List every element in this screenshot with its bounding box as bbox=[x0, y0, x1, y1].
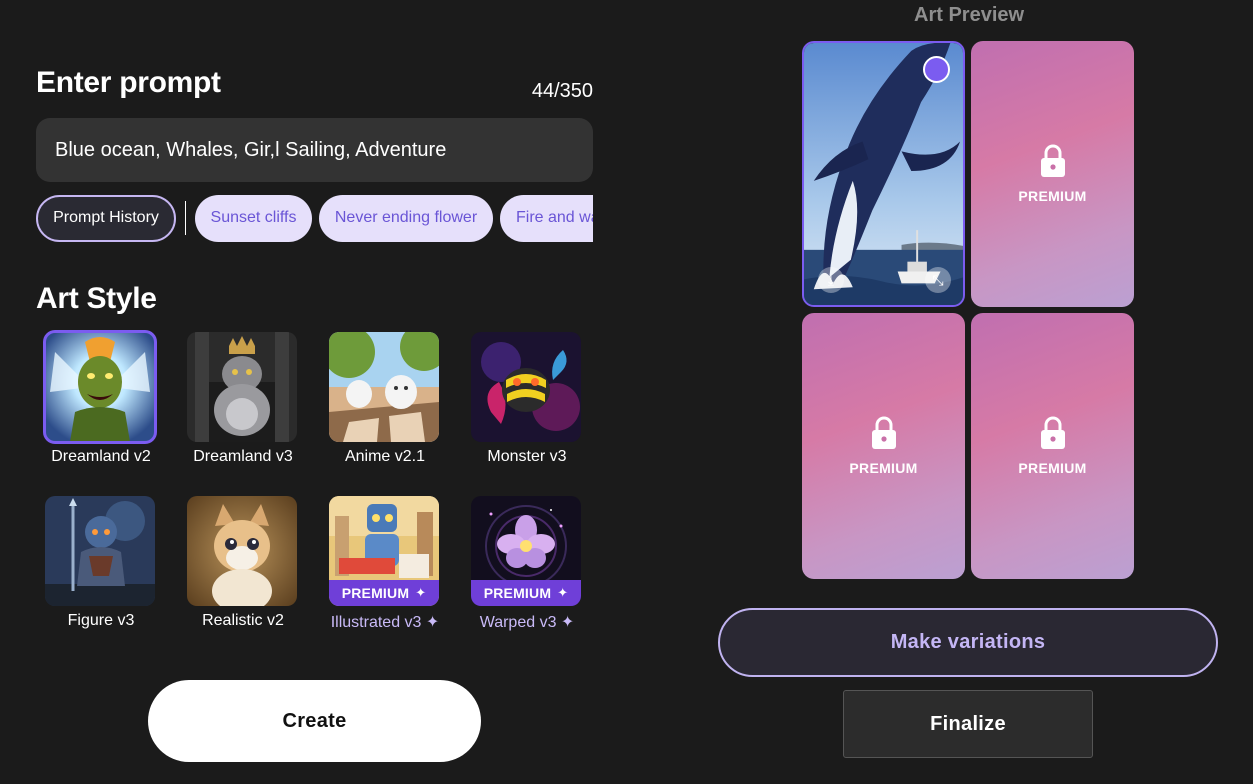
kitten-icon bbox=[187, 496, 297, 606]
selected-indicator[interactable] bbox=[923, 56, 950, 83]
style-label-dreamland-v2: Dreamland v2 bbox=[51, 448, 151, 465]
sparkle-icon: ✦ bbox=[557, 585, 569, 600]
finalize-button[interactable]: Finalize bbox=[843, 690, 1093, 758]
lock-icon bbox=[1040, 416, 1065, 449]
sparkle-icon: ✦ bbox=[415, 585, 427, 600]
style-label-anime-v2-1: Anime v2.1 bbox=[344, 448, 426, 465]
style-label-warped-v3: Warped v3 ✦ bbox=[479, 614, 575, 631]
goblin-icon bbox=[45, 332, 155, 442]
style-thumb-warped-v3: PREMIUM ✦ bbox=[471, 496, 581, 606]
premium-badge-text: PREMIUM bbox=[483, 585, 552, 601]
style-thumb-illustrated-v3: PREMIUM ✦ bbox=[329, 496, 439, 606]
art-style-grid: Dreamland v2 Dreamland v3 Anime v2.1 Mon… bbox=[36, 0, 593, 640]
knight-figure-icon bbox=[45, 496, 155, 606]
lock-icon bbox=[871, 416, 896, 449]
style-thumb-dreamland-v3 bbox=[187, 332, 297, 442]
make-variations-button[interactable]: Make variations bbox=[718, 608, 1218, 677]
style-label-monster-v3: Monster v3 bbox=[487, 448, 567, 465]
style-thumb-monster-v3 bbox=[471, 332, 581, 442]
style-label-figure-v3: Figure v3 bbox=[67, 612, 135, 629]
premium-label: PREMIUM bbox=[1018, 188, 1087, 204]
premium-badge-text: PREMIUM bbox=[341, 585, 410, 601]
monster-icon bbox=[471, 332, 581, 442]
lock-icon bbox=[1040, 144, 1065, 177]
style-label-illustrated-v3: Illustrated v3 ✦ bbox=[330, 614, 440, 631]
preview-tile-image[interactable]: ⤓ ⤡ bbox=[802, 41, 965, 307]
style-label-dreamland-v3: Dreamland v3 bbox=[193, 448, 293, 465]
style-thumb-figure-v3 bbox=[45, 496, 155, 606]
preview-tile-premium[interactable]: PREMIUM bbox=[971, 313, 1134, 579]
preview-tile-premium[interactable]: PREMIUM bbox=[971, 41, 1134, 307]
anime-cats-icon bbox=[329, 332, 439, 442]
premium-badge: PREMIUM ✦ bbox=[471, 580, 581, 606]
preview-tile-premium[interactable]: PREMIUM bbox=[802, 313, 965, 579]
download-icon[interactable]: ⤓ bbox=[818, 267, 844, 293]
create-button[interactable]: Create bbox=[148, 680, 481, 762]
king-cat-icon bbox=[187, 332, 297, 442]
expand-icon[interactable]: ⤡ bbox=[925, 267, 951, 293]
style-thumb-anime-v2-1 bbox=[329, 332, 439, 442]
style-thumb-dreamland-v2 bbox=[43, 330, 157, 444]
prompt-panel: Enter prompt 44/350 Blue ocean, Whales, … bbox=[36, 0, 593, 784]
style-label-realistic-v2: Realistic v2 bbox=[202, 612, 284, 629]
premium-label: PREMIUM bbox=[849, 460, 918, 476]
art-preview-title: Art Preview bbox=[914, 4, 1025, 26]
premium-label: PREMIUM bbox=[1018, 460, 1087, 476]
premium-badge: PREMIUM ✦ bbox=[329, 580, 439, 606]
style-thumb-realistic-v2 bbox=[187, 496, 297, 606]
